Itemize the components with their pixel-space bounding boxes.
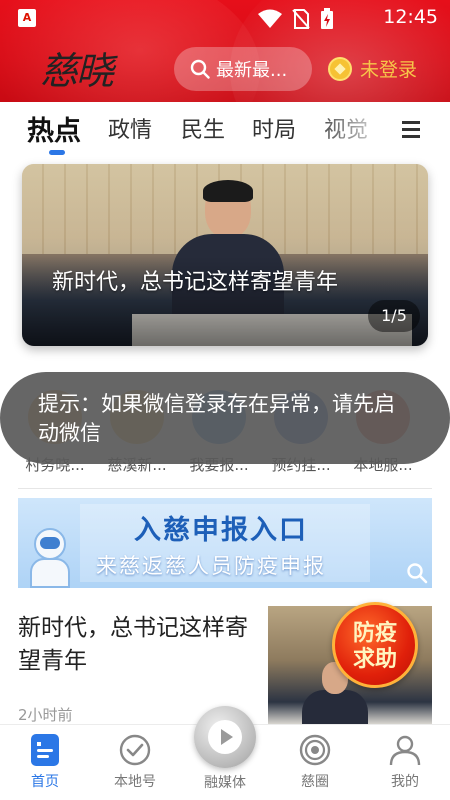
nav-local-accounts[interactable]: 本地号 xyxy=(90,733,180,791)
headline-carousel[interactable]: 新时代，总书记这样寄望青年 1/5 xyxy=(22,164,428,346)
app-logo: 慈晓 xyxy=(40,49,114,93)
status-time: 12:45 xyxy=(383,6,438,28)
search-bar[interactable]: 最新最... xyxy=(174,47,312,91)
nav-label-media[interactable]: 融媒体 xyxy=(180,772,270,792)
active-tab-indicator xyxy=(49,150,65,155)
tab-livelihood[interactable]: 民生 xyxy=(181,112,225,144)
news-time: 2小时前 xyxy=(18,706,73,724)
banner-title: 入慈申报入口 xyxy=(134,515,308,546)
search-icon xyxy=(190,59,210,79)
epidemic-report-banner[interactable]: 入慈申报入口 来慈返慈人员防疫申报 xyxy=(18,498,432,588)
check-badge-icon xyxy=(118,733,152,767)
epidemic-help-button[interactable]: 防疫 求助 xyxy=(332,602,418,688)
play-icon xyxy=(221,729,233,745)
notification-app-icon: A xyxy=(18,9,36,27)
nav-home[interactable]: 首页 xyxy=(0,733,90,791)
category-tabs: 热点 政情 民生 时局 视觉 xyxy=(0,102,450,160)
carousel-caption: 新时代，总书记这样寄望青年 xyxy=(52,270,339,295)
coin-icon xyxy=(328,56,352,81)
tab-politics[interactable]: 政情 xyxy=(108,112,152,144)
status-icons xyxy=(258,8,334,30)
nav-profile[interactable]: 我的 xyxy=(360,733,450,791)
nav-label: 本地号 xyxy=(114,774,156,790)
status-bar: A 12:45 xyxy=(0,0,450,36)
wifi-icon xyxy=(258,9,282,28)
tab-current-affairs[interactable]: 时局 xyxy=(252,112,296,144)
doctor-illustration xyxy=(26,528,74,588)
banner-subtitle: 来慈返慈人员防疫申报 xyxy=(96,554,326,578)
menu-icon[interactable] xyxy=(402,121,420,138)
nav-label: 首页 xyxy=(31,774,59,790)
login-button[interactable]: 未登录 xyxy=(328,55,417,82)
nav-label: 我的 xyxy=(391,774,419,790)
circle-target-icon xyxy=(298,733,332,767)
app-header: A 12:45 慈晓 最新最... 未登录 xyxy=(0,0,450,102)
search-placeholder: 最新最... xyxy=(216,60,288,81)
toast-message: 提示：如果微信登录存在异常，请先启动微信 xyxy=(0,372,450,464)
battery-charging-icon xyxy=(321,8,333,29)
user-icon xyxy=(388,733,422,767)
section-divider xyxy=(18,488,432,489)
login-label: 未登录 xyxy=(360,59,418,81)
tab-hot[interactable]: 热点 xyxy=(27,109,81,148)
news-title: 新时代，总书记这样寄望青年 xyxy=(18,615,248,674)
tabs-fade xyxy=(310,102,390,160)
home-doc-icon xyxy=(28,733,62,767)
nav-ci-circle[interactable]: 慈圈 xyxy=(270,733,360,791)
no-sim-icon xyxy=(292,9,310,29)
magnifier-icon xyxy=(407,563,428,584)
nav-label: 慈圈 xyxy=(301,774,329,790)
media-play-button[interactable] xyxy=(194,706,256,768)
carousel-counter: 1/5 xyxy=(368,300,420,332)
